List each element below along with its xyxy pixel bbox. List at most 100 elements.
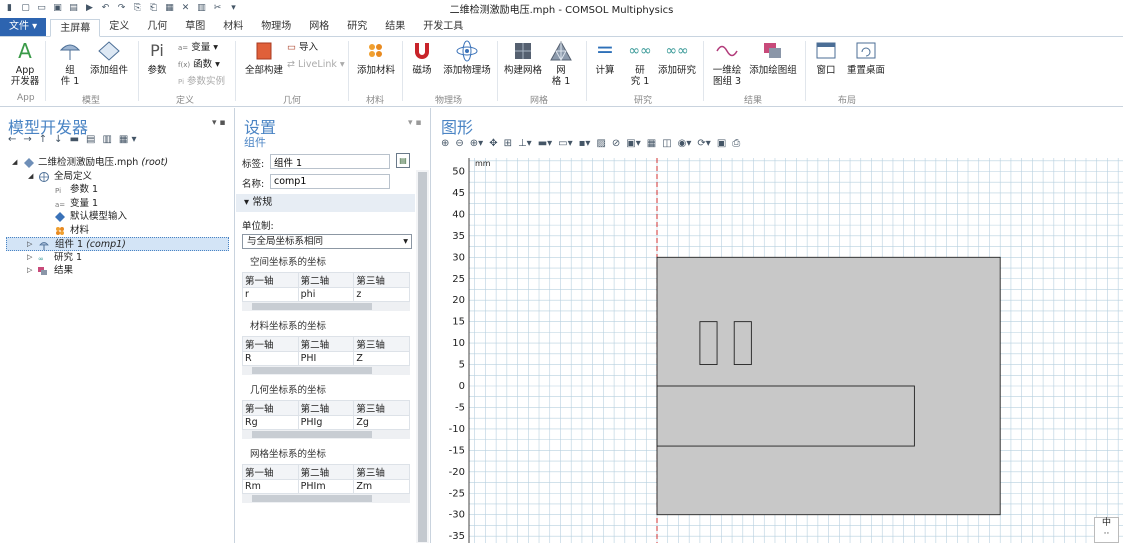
parameters-button[interactable]: Pi 参数 [144, 37, 170, 76]
name-input[interactable] [270, 174, 390, 189]
expand-icon[interactable]: ▥ [102, 134, 111, 150]
tab-definitions[interactable]: 定义 [100, 18, 138, 36]
panel-menu-icon[interactable]: ▾ ▪ [408, 118, 421, 128]
more-icon[interactable]: ▦ ▾ [119, 134, 137, 150]
plot-group-button[interactable]: 一维绘 图组 3 [708, 37, 746, 87]
compute-button[interactable]: = 计算 [592, 37, 618, 77]
tree-node-study-1[interactable]: ▷ ∞ 研究 1 [0, 251, 234, 265]
table-cell[interactable]: R [242, 351, 299, 366]
app-developer-button[interactable]: A App 开发器 [8, 37, 42, 87]
run-icon[interactable]: ▶ [83, 2, 96, 15]
duplicate-icon[interactable]: ▦ [163, 2, 176, 15]
reset-desktop-button[interactable]: 重置桌面 [843, 37, 889, 76]
select-boundary-icon[interactable]: ▭▾ [558, 138, 572, 152]
forward-icon[interactable]: → [23, 134, 31, 150]
grid-icon[interactable]: ⊞ [504, 138, 512, 152]
tab-developer[interactable]: 开发工具 [414, 18, 472, 36]
tab-sketch[interactable]: 草图 [176, 18, 214, 36]
expand-arrow-icon[interactable]: ▷ [27, 238, 32, 252]
collapse-arrow-icon[interactable]: ◢ [28, 170, 33, 184]
copy-icon[interactable]: ⎘ [131, 2, 144, 15]
show-icon[interactable]: ▬ [70, 134, 79, 150]
tree-node-component-1[interactable]: ▷ 组件 1 (comp1) [6, 237, 229, 251]
table-scrollbar[interactable] [242, 302, 410, 311]
ime-indicator[interactable]: 中 ·· [1094, 517, 1119, 543]
tab-results[interactable]: 结果 [376, 18, 414, 36]
study-button[interactable]: ∞∞ 研 究 1 [625, 37, 655, 87]
wireframe-icon[interactable]: ◫ [662, 138, 671, 152]
paste-icon[interactable]: ⎗ [147, 2, 160, 15]
build-all-button[interactable]: 全部构建 [242, 37, 286, 76]
panel-menu-icon[interactable]: ▾ ▪ [212, 118, 225, 128]
select-domain-icon[interactable]: ▪▾ [579, 138, 591, 152]
print-icon[interactable]: ⎙ [732, 138, 740, 152]
table-cell[interactable]: Rg [242, 415, 299, 430]
table-cell[interactable]: r [242, 287, 299, 302]
component-button[interactable]: 组 件 1 [55, 37, 85, 87]
tree-node-root[interactable]: ◢ 二维检测激励电压.mph (root) [0, 156, 234, 170]
table-cell[interactable]: Z [353, 351, 410, 366]
param-instance-button[interactable]: Pi 参数实例 [178, 76, 225, 88]
table-cell[interactable]: Zg [353, 415, 410, 430]
build-mesh-button[interactable]: 构建网格 [503, 37, 543, 76]
tab-physics[interactable]: 物理场 [252, 18, 300, 36]
settings-scrollbar[interactable] [416, 170, 429, 543]
table-cell[interactable]: Rm [242, 479, 299, 494]
lights-icon[interactable]: ◉▾ [678, 138, 692, 152]
clear-selection-icon[interactable]: ▨ [596, 138, 605, 152]
magnetic-fields-button[interactable]: 磁场 [408, 37, 436, 76]
import-button[interactable]: ▭ 导入 [287, 42, 318, 54]
open-icon[interactable]: ▭ [35, 2, 48, 15]
save-icon[interactable]: ▣ [51, 2, 64, 15]
tree-node-default-model-inputs[interactable]: 默认模型输入 [0, 210, 234, 224]
table-cell[interactable]: PHIg [297, 415, 355, 430]
table-scrollbar[interactable] [242, 430, 410, 439]
redo-icon[interactable]: ↷ [115, 2, 128, 15]
zoom-extents-icon[interactable]: ✥ [489, 138, 497, 152]
collapse-arrow-icon[interactable]: ◢ [12, 156, 17, 170]
tab-home[interactable]: 主屏幕 [50, 19, 101, 37]
expand-arrow-icon[interactable]: ▷ [27, 264, 32, 278]
unit-system-select[interactable]: 与全局坐标系相同 [242, 234, 412, 249]
livelink-button[interactable]: ⇄ LiveLink ▾ [287, 59, 345, 71]
table-cell[interactable]: PHIm [297, 479, 355, 494]
tree-node-results[interactable]: ▷ 结果 [0, 264, 234, 278]
zoom-out-icon[interactable]: ⊖ [455, 138, 463, 152]
camera-icon[interactable]: ▣ [717, 138, 726, 152]
tab-geometry[interactable]: 几何 [138, 18, 176, 36]
table-cell[interactable]: Zm [353, 479, 410, 494]
tree-node-parameters[interactable]: Pi 参数 1 [0, 183, 234, 197]
zoom-box-icon[interactable]: ⊕▾ [470, 138, 483, 152]
view-icon[interactable]: ▣▾ [626, 138, 640, 152]
tree-node-global-definitions[interactable]: ◢ 全局定义 [0, 170, 234, 184]
edit-label-icon[interactable]: ▤ [396, 153, 410, 168]
customize-icon[interactable]: ▾ [227, 2, 240, 15]
add-plot-group-button[interactable]: 添加绘图组 [748, 37, 798, 76]
tab-file[interactable]: 文件 ▾ [0, 18, 47, 36]
axis-icon[interactable]: ⊥▾ [518, 138, 532, 152]
back-icon[interactable]: ← [8, 134, 16, 150]
add-physics-button[interactable]: 添加物理场 [441, 37, 493, 76]
tab-study[interactable]: 研究 [338, 18, 376, 36]
label-input[interactable] [270, 154, 390, 169]
reset-view-icon[interactable]: ⟳▾ [697, 138, 710, 152]
tab-mesh[interactable]: 网格 [300, 18, 338, 36]
hide-icon[interactable]: ⊘ [612, 138, 620, 152]
transparency-icon[interactable]: ▦ [647, 138, 656, 152]
select-icon[interactable]: ▬▾ [538, 138, 552, 152]
geometry-coil-right[interactable] [733, 321, 752, 365]
section-general[interactable]: ▾ 常规 [236, 194, 415, 212]
add-component-button[interactable]: 添加组件 [88, 37, 130, 76]
window-button[interactable]: 窗口 [812, 37, 840, 76]
grid-icon[interactable]: ▥ [195, 2, 208, 15]
functions-button[interactable]: f(x) 函数 ▾ [178, 59, 220, 71]
expand-arrow-icon[interactable]: ▷ [27, 251, 32, 265]
collapse-icon[interactable]: ▤ [86, 134, 95, 150]
table-cell[interactable]: PHI [297, 351, 355, 366]
move-up-icon[interactable]: ↑ [39, 134, 47, 150]
geometry-plot[interactable]: 50454035302520151050-5-10-15-20-25-30-35… [433, 158, 1123, 543]
tab-materials[interactable]: 材料 [214, 18, 252, 36]
add-material-button[interactable]: 添加材料 [355, 37, 397, 76]
cut-icon[interactable]: ✂ [211, 2, 224, 15]
geometry-coil-left[interactable] [699, 321, 718, 365]
